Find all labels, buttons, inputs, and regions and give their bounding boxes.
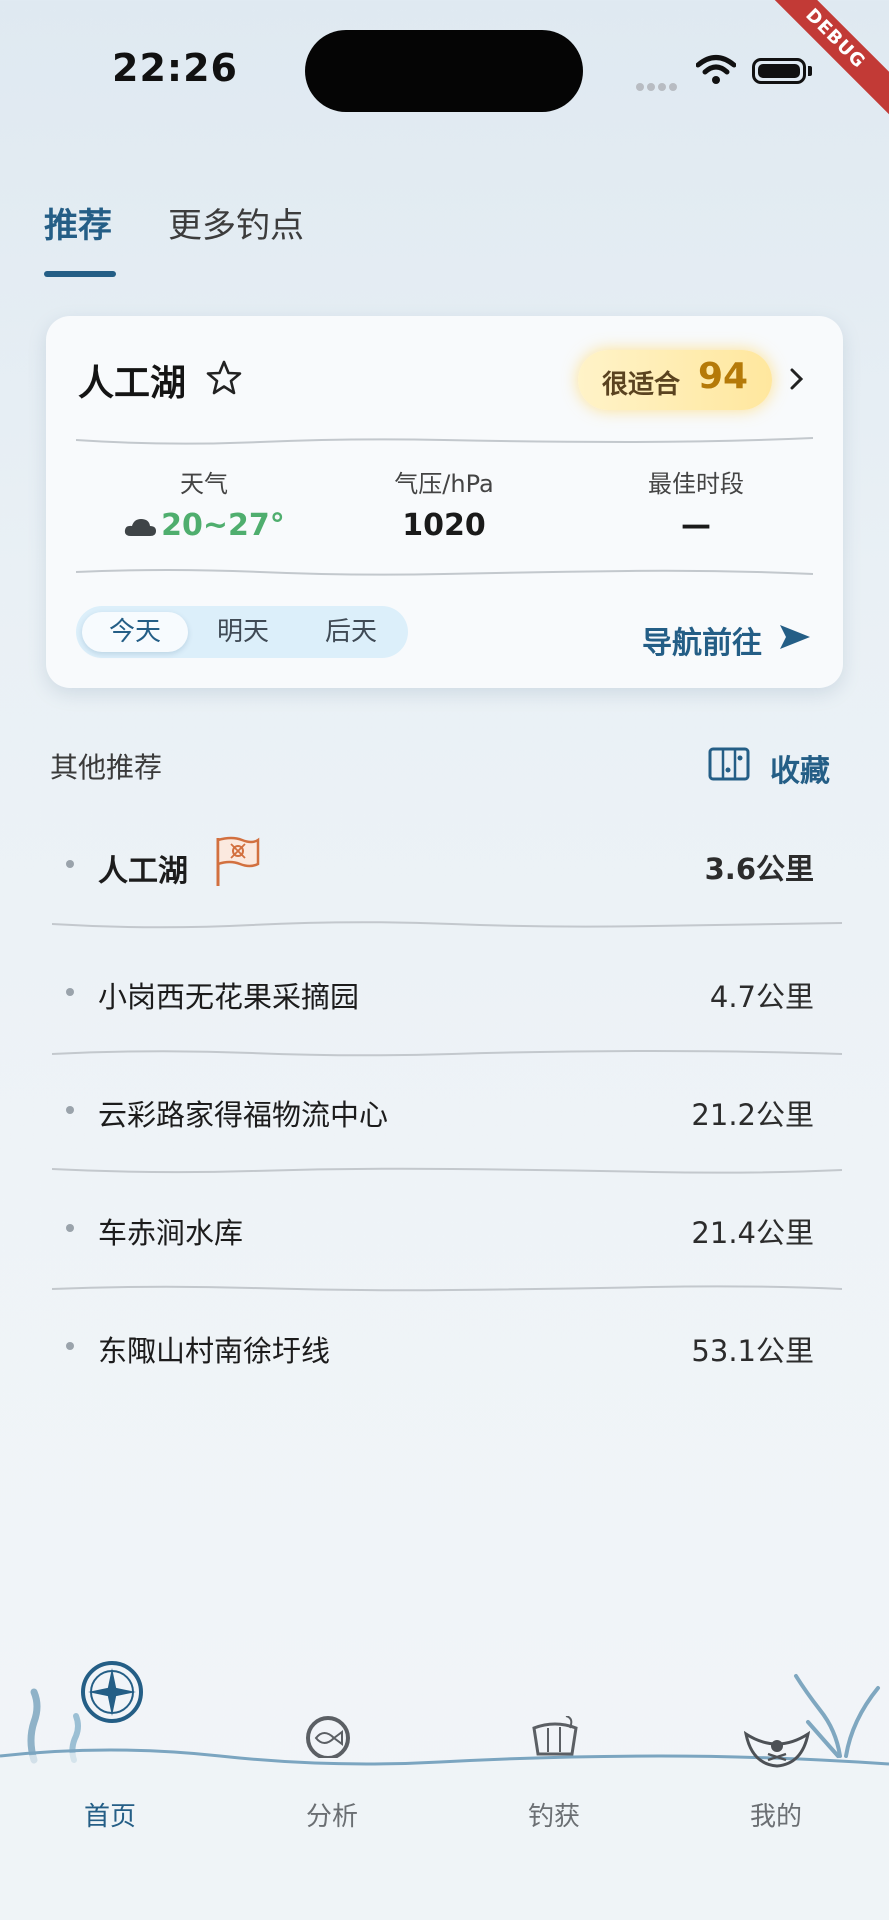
list-item[interactable]: 车赤涧水库 21.4公里 (52, 1174, 842, 1292)
chevron-right-icon[interactable] (786, 364, 808, 394)
favorites-link[interactable]: 收藏 (770, 746, 830, 790)
day-option-today[interactable]: 今天 (82, 612, 188, 652)
list-item-distance: 3.6公里 (704, 852, 814, 886)
bullet (66, 1224, 74, 1232)
pirate-hat-icon[interactable] (744, 1724, 810, 1768)
score-label: 很适合 (602, 370, 681, 400)
divider-wave (76, 437, 813, 445)
nav-home[interactable]: 首页 (30, 1796, 190, 1833)
list-item-distance: 53.1公里 (691, 1334, 814, 1368)
bucket-icon[interactable] (530, 1716, 580, 1756)
day-option-tomorrow[interactable]: 明天 (190, 612, 296, 652)
score-badge: 很适合 94 (578, 350, 772, 410)
nav-profile[interactable]: 我的 (696, 1796, 856, 1833)
bullet (66, 988, 74, 996)
divider-wave (76, 569, 813, 576)
nav-analysis[interactable]: 分析 (252, 1796, 412, 1833)
weather-label: 天气 (180, 470, 228, 498)
list-item-name: 东陬山村南徐圩线 (98, 1334, 331, 1368)
list-item[interactable]: 云彩路家得福物流中心 21.2公里 (52, 1056, 842, 1174)
status-time: 22:26 (112, 46, 238, 90)
cloud-icon (125, 518, 157, 536)
day-selector: 今天 明天 后天 (76, 606, 408, 658)
bullet (66, 860, 74, 868)
list-item-distance: 21.4公里 (691, 1216, 814, 1250)
best-time-value: — (681, 508, 711, 543)
list-item-distance: 4.7公里 (709, 980, 814, 1014)
dynamic-island (305, 30, 583, 112)
send-icon[interactable] (778, 622, 812, 652)
spot-name: 人工湖 (78, 363, 187, 404)
map-icon[interactable] (708, 746, 750, 782)
list-item-name: 人工湖 (98, 854, 188, 889)
tab-recommend[interactable]: 推荐 (44, 198, 112, 247)
signal-icon (636, 76, 680, 95)
list-item-distance: 21.2公里 (691, 1098, 814, 1132)
divider-wave (52, 921, 842, 929)
pressure-label: 气压/hPa (394, 470, 494, 498)
nav-catch[interactable]: 钓获 (474, 1796, 634, 1833)
fish-analysis-icon[interactable] (302, 1714, 354, 1758)
pirate-flag-icon (216, 836, 260, 886)
bullet (66, 1342, 74, 1350)
pressure-value: 1020 (402, 508, 486, 543)
status-bar: 22:26 DEBUG (0, 0, 889, 130)
battery-icon (752, 58, 806, 84)
list-item[interactable]: 人工湖 3.6公里 (52, 810, 842, 929)
navigate-button[interactable]: 导航前往 (642, 618, 762, 662)
bullet (66, 1106, 74, 1114)
weather-value: 20~27° (94, 508, 314, 543)
score-value: 94 (698, 356, 749, 397)
other-recommend-title: 其他推荐 (50, 751, 163, 784)
list-item[interactable]: 小岗西无花果采摘园 4.7公里 (52, 938, 842, 1057)
day-option-day-after[interactable]: 后天 (298, 612, 404, 652)
battery-tip (808, 66, 812, 76)
compass-icon[interactable] (80, 1660, 144, 1724)
wifi-icon (696, 55, 736, 84)
list-item[interactable]: 东陬山村南徐圩线 53.1公里 (52, 1292, 842, 1410)
star-icon[interactable] (204, 358, 244, 398)
list-item-name: 小岗西无花果采摘园 (98, 980, 360, 1014)
list-item-name: 车赤涧水库 (98, 1216, 244, 1250)
best-time-label: 最佳时段 (648, 470, 744, 498)
tab-more-spots[interactable]: 更多钓点 (168, 198, 304, 247)
list-item-name: 云彩路家得福物流中心 (98, 1098, 389, 1132)
tab-indicator (44, 271, 116, 277)
spot-card[interactable]: 人工湖 很适合 94 天气 20~27° 气压/hPa 1020 最佳时段 — … (46, 316, 843, 688)
